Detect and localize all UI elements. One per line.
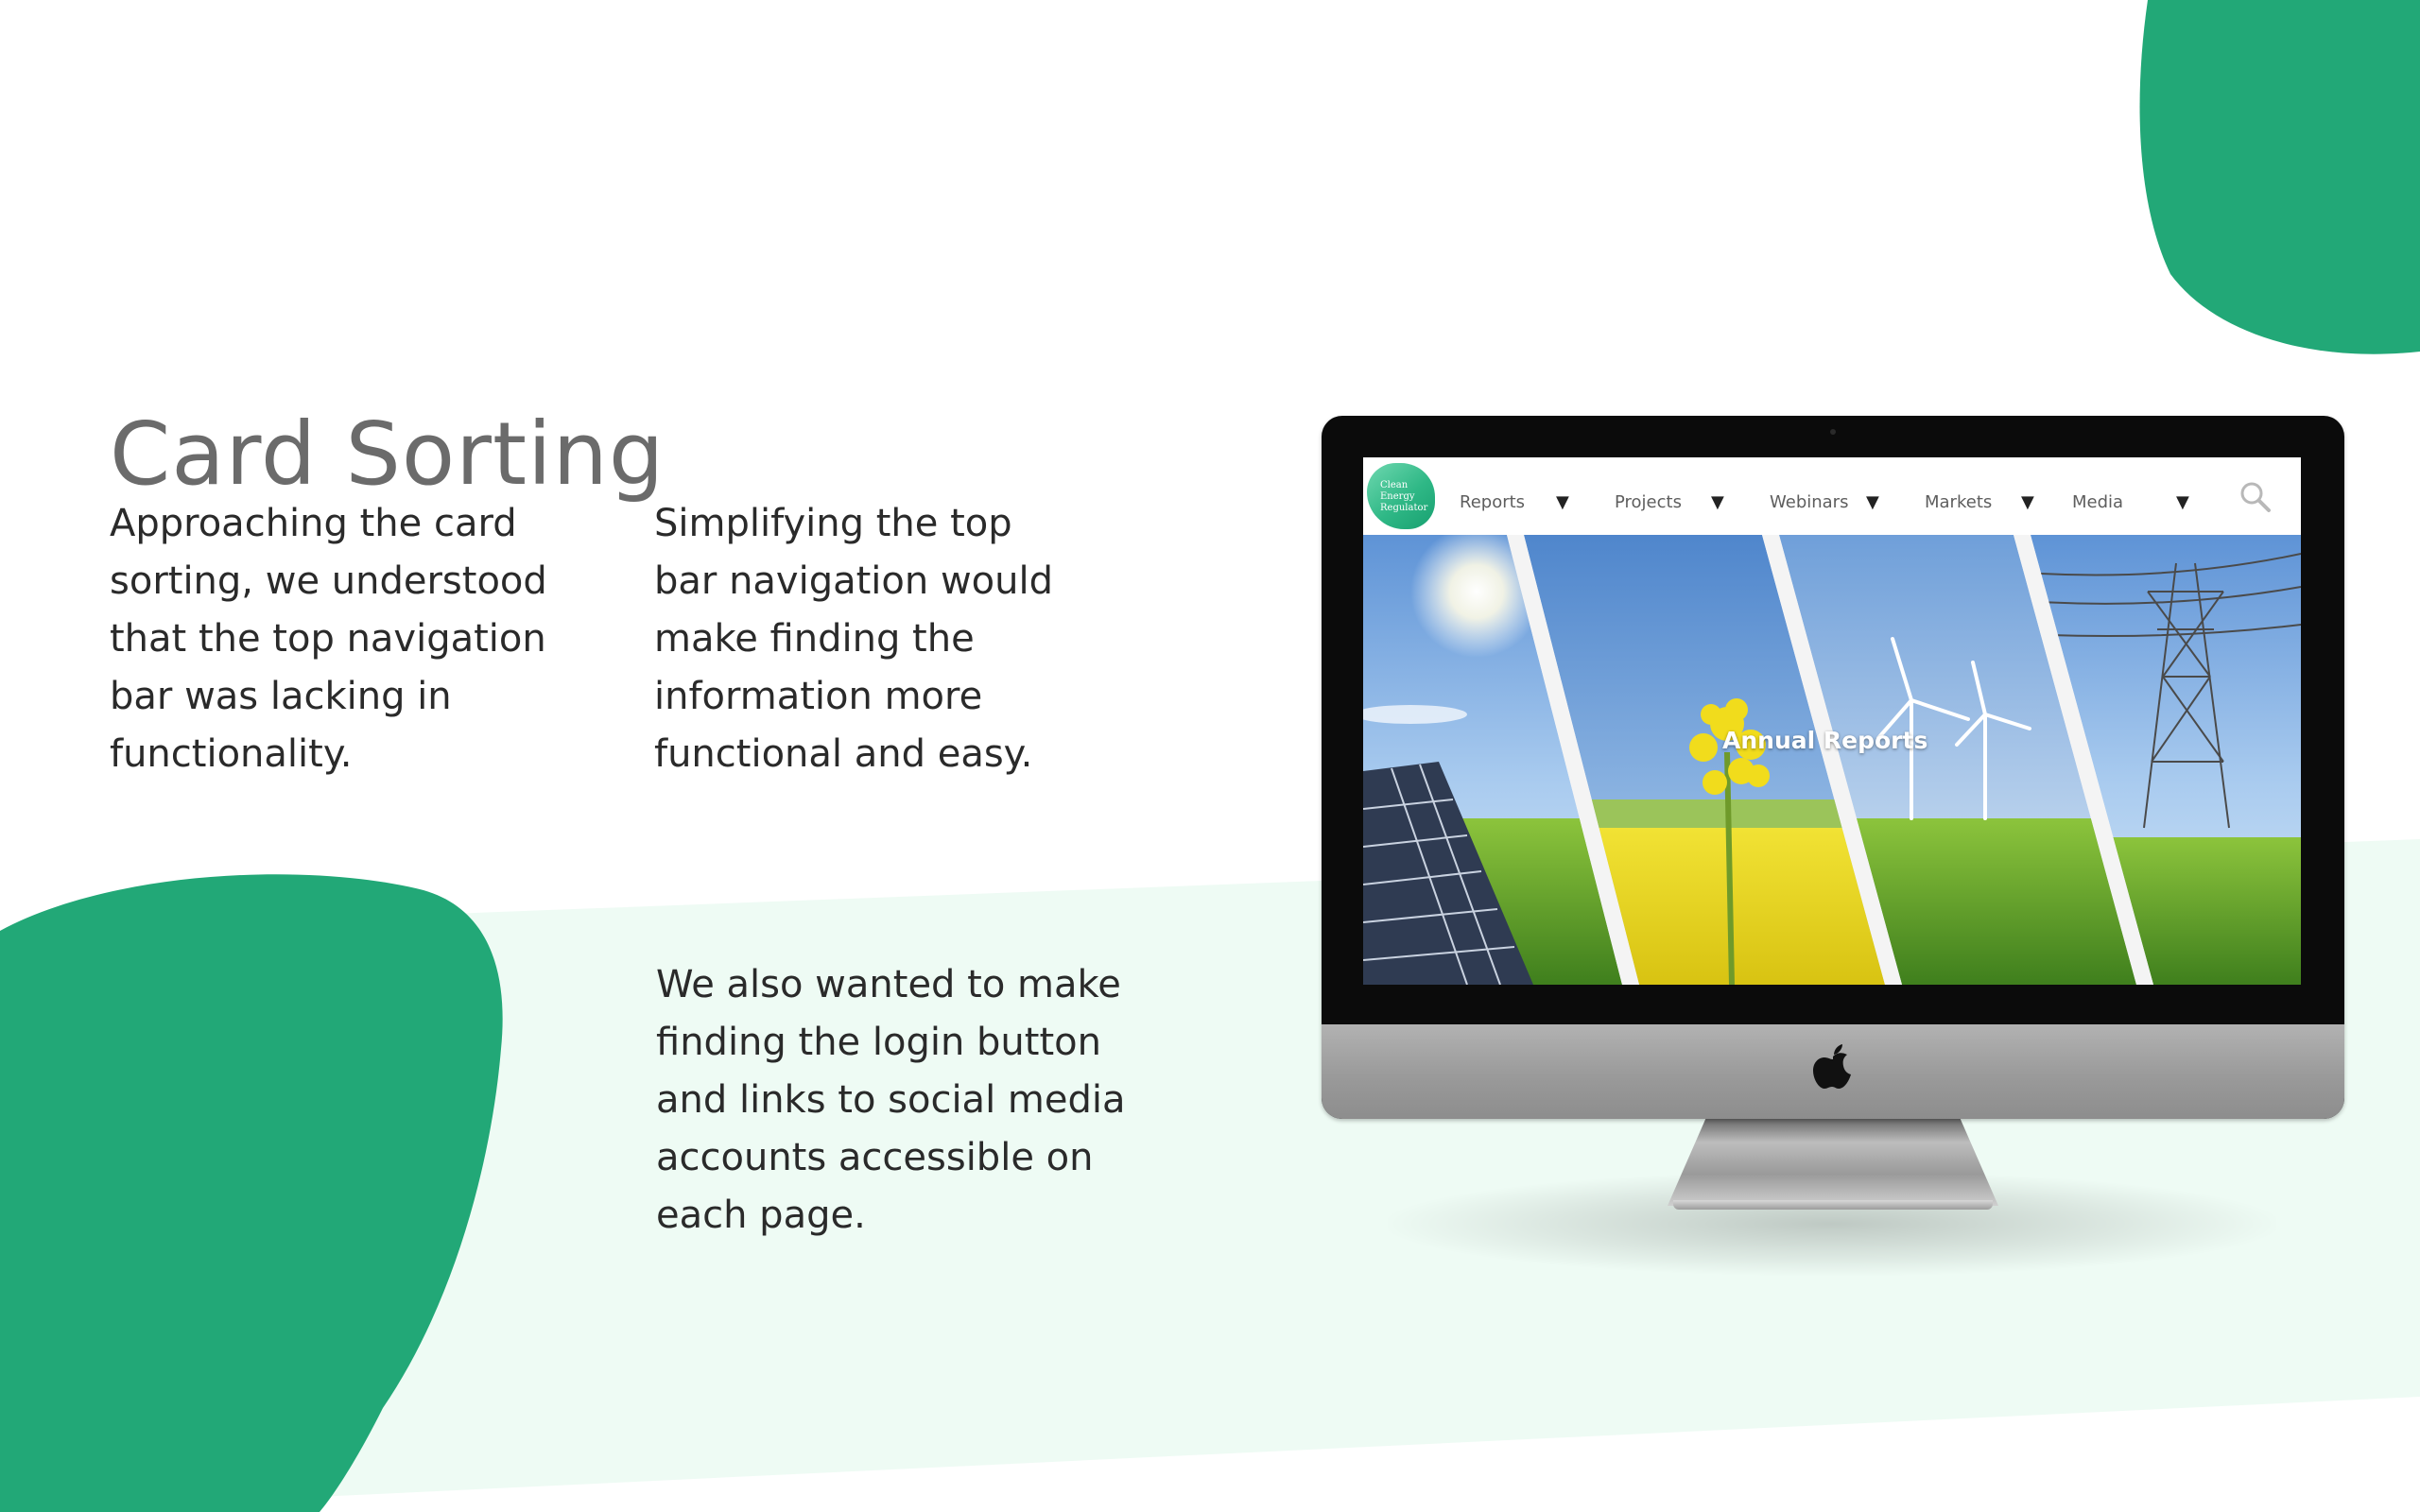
text-line: bar was lacking in [110,675,452,718]
text-line: and links to social media [656,1078,1126,1122]
paragraph-login-social: We also wanted to make finding the login… [656,956,1125,1245]
banner-collage [1363,535,2301,985]
text-line: accounts accessible on [656,1136,1094,1179]
caret-down-icon[interactable]: ▼ [2176,493,2189,512]
text-line: We also wanted to make [656,963,1121,1006]
text-line: Simplifying the top [654,502,1012,545]
apple-logo-icon [1813,1044,1851,1089]
site-logo[interactable]: Clean Energy Regulator [1367,463,1435,529]
text-line: bar navigation would [654,559,1053,603]
camera-dot [1830,429,1836,435]
caret-down-icon[interactable]: ▼ [1556,493,1569,512]
caret-down-icon[interactable]: ▼ [2021,493,2034,512]
text-line: Approaching the card [110,502,517,545]
text-line: information more [654,675,983,718]
caret-down-icon[interactable]: ▼ [1711,493,1724,512]
logo-text: Clean Energy Regulator [1380,480,1427,514]
caret-down-icon[interactable]: ▼ [1866,493,1879,512]
nav-label: Markets [1925,492,1993,512]
text-line: that the top navigation [110,617,546,661]
imac-mockup: Clean Energy Regulator Reports ▼ Project… [1322,416,2344,1276]
hero-banner[interactable]: Annual Reports [1363,535,2301,985]
website-screen: Clean Energy Regulator Reports ▼ Project… [1363,457,2301,985]
nav-label: Media [2072,492,2124,512]
logo-word: Regulator [1380,503,1428,513]
green-blob-top-right [2139,0,2420,354]
nav-label: Webinars [1770,492,1849,512]
logo-word: Clean [1380,480,1409,490]
banner-title[interactable]: Annual Reports [1722,726,1927,756]
nav-label: Projects [1615,492,1682,512]
imac-display: Clean Energy Regulator Reports ▼ Project… [1322,416,2344,1119]
text-line: finding the login button [656,1021,1101,1064]
paragraph-simplifying-nav: Simplifying the top bar navigation would… [654,495,1053,783]
paragraph-navigation-findings: Approaching the card sorting, we underst… [110,495,547,783]
imac-stand-base [1673,1200,1993,1210]
nav-label: Reports [1460,492,1526,512]
imac-stand [1668,1115,1998,1206]
logo-word: Energy [1380,491,1415,502]
text-line: functional and easy. [654,732,1033,776]
site-top-nav: Clean Energy Regulator Reports ▼ Project… [1363,457,2301,535]
text-line: functionality. [110,732,353,776]
text-line: make finding the [654,617,975,661]
text-line: each page. [656,1194,866,1237]
slide-title: Card Sorting [110,404,666,505]
search-icon[interactable] [2238,480,2273,514]
text-line: sorting, we understood [110,559,547,603]
